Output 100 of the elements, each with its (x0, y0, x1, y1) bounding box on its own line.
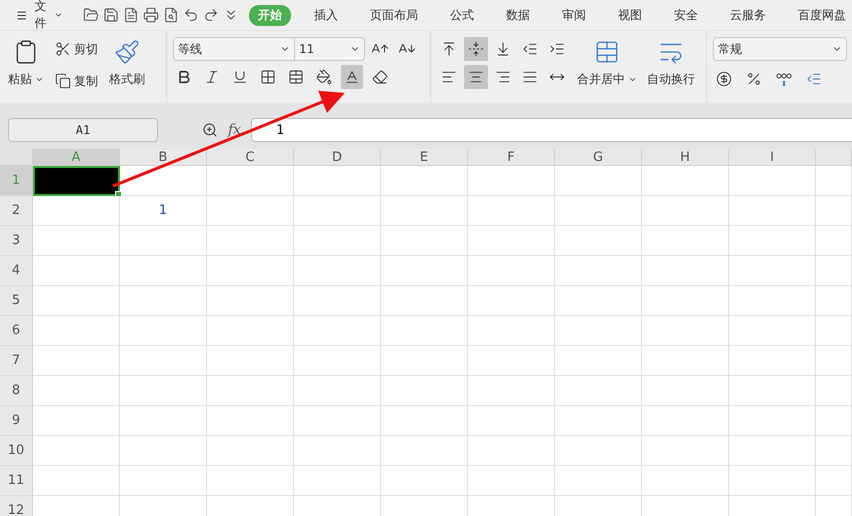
table-cell[interactable] (555, 166, 642, 196)
name-box[interactable]: A1 (8, 118, 158, 142)
table-cell[interactable] (555, 376, 642, 406)
column-header[interactable] (816, 149, 852, 166)
row-header[interactable]: 9 (0, 406, 33, 436)
align-icon[interactable] (464, 37, 488, 61)
table-cell[interactable] (120, 346, 207, 376)
number-format-field[interactable]: 常规 (714, 38, 846, 60)
table-cell[interactable]: 1 (120, 196, 207, 226)
table-cell[interactable] (729, 376, 816, 406)
table-cell[interactable] (207, 466, 294, 496)
table-cell[interactable] (642, 346, 729, 376)
table-cell[interactable] (294, 196, 381, 226)
column-header[interactable]: F (468, 149, 555, 166)
table-cell[interactable] (468, 226, 555, 256)
table-cell[interactable] (729, 226, 816, 256)
format-painter-button[interactable]: 格式刷 (107, 37, 147, 103)
table-cell[interactable] (381, 436, 468, 466)
table-cell[interactable] (816, 346, 852, 376)
table-cell[interactable] (468, 166, 555, 196)
select-all-corner[interactable] (0, 149, 33, 166)
table-cell[interactable] (120, 436, 207, 466)
table-cell[interactable] (120, 166, 207, 196)
column-header[interactable]: H (642, 149, 729, 166)
table-cell[interactable] (33, 346, 120, 376)
table-cell[interactable] (816, 466, 852, 496)
table-cell[interactable] (381, 196, 468, 226)
ribbon-tab[interactable]: 页面布局 (361, 4, 427, 26)
table-cell[interactable] (207, 286, 294, 316)
table-cell[interactable] (33, 436, 120, 466)
table-cell[interactable] (294, 256, 381, 286)
redo-icon[interactable] (203, 7, 219, 23)
table-cell[interactable] (207, 376, 294, 406)
table-cell[interactable] (729, 256, 816, 286)
table-cell[interactable] (642, 466, 729, 496)
table-cell[interactable] (468, 466, 555, 496)
table-cell[interactable] (642, 286, 729, 316)
table-cell[interactable] (294, 466, 381, 496)
table-cell[interactable] (729, 436, 816, 466)
table-cell[interactable] (381, 166, 468, 196)
table-cell[interactable] (729, 406, 816, 436)
table-cell[interactable] (207, 406, 294, 436)
row-header[interactable]: 8 (0, 376, 33, 406)
table-cell[interactable] (381, 316, 468, 346)
table-cell[interactable] (816, 436, 852, 466)
table-cell[interactable] (555, 346, 642, 376)
table-cell[interactable] (33, 406, 120, 436)
table-cell[interactable] (207, 196, 294, 226)
table-cell[interactable] (642, 436, 729, 466)
table-cell[interactable] (381, 226, 468, 256)
table-cell[interactable] (468, 196, 555, 226)
table-cell[interactable] (729, 286, 816, 316)
table-cell[interactable] (816, 166, 852, 196)
table-cell[interactable] (555, 466, 642, 496)
table-cell[interactable] (555, 256, 642, 286)
table-cell[interactable] (33, 376, 120, 406)
copy-button[interactable]: 复制 (52, 69, 101, 93)
table-cell[interactable] (642, 256, 729, 286)
table-cell[interactable] (729, 316, 816, 346)
table-cell[interactable] (294, 226, 381, 256)
filled-cell[interactable] (33, 196, 120, 226)
table-cell[interactable] (294, 346, 381, 376)
print-preview-icon[interactable] (163, 7, 179, 23)
table-cell[interactable] (555, 226, 642, 256)
ribbon-tab[interactable]: 视图 (609, 4, 651, 26)
table-cell[interactable] (294, 406, 381, 436)
table-cell[interactable] (729, 346, 816, 376)
table-cell[interactable] (207, 316, 294, 346)
open-folder-icon[interactable] (83, 7, 99, 23)
table-cell[interactable] (381, 286, 468, 316)
row-header[interactable]: 7 (0, 346, 33, 376)
table-cell[interactable] (729, 196, 816, 226)
table-cell[interactable] (381, 376, 468, 406)
table-cell[interactable] (816, 196, 852, 226)
table-cell[interactable] (120, 286, 207, 316)
ribbon-tab[interactable]: 审阅 (553, 4, 595, 26)
ribbon-tab[interactable]: 云服务 (721, 4, 775, 26)
column-header[interactable]: B (120, 149, 207, 166)
table-cell[interactable] (642, 316, 729, 346)
table-cell[interactable] (120, 316, 207, 346)
file-menu[interactable]: 文件 (12, 0, 67, 32)
insert-function-button[interactable]: fx (228, 122, 242, 138)
wrap-text-button[interactable]: 自动换行 (645, 37, 697, 103)
ribbon-tab[interactable]: 插入 (305, 4, 347, 26)
table-cell[interactable] (381, 256, 468, 286)
table-cell[interactable] (729, 166, 816, 196)
table-cell[interactable] (468, 376, 555, 406)
table-cell[interactable] (468, 256, 555, 286)
ribbon-tab[interactable]: 百度网盘 (789, 4, 852, 26)
column-header[interactable]: D (294, 149, 381, 166)
table-cell[interactable] (555, 286, 642, 316)
table-cell[interactable] (33, 226, 120, 256)
table-cell[interactable] (816, 316, 852, 346)
table-cell[interactable] (642, 226, 729, 256)
formula-field[interactable]: 1 (251, 118, 852, 142)
table-cell[interactable] (381, 406, 468, 436)
table-cell[interactable] (381, 466, 468, 496)
merge-center-button[interactable]: 合并居中 (575, 37, 639, 103)
ribbon-tab[interactable]: 数据 (497, 4, 539, 26)
cut-button[interactable]: 剪切 (52, 37, 101, 61)
